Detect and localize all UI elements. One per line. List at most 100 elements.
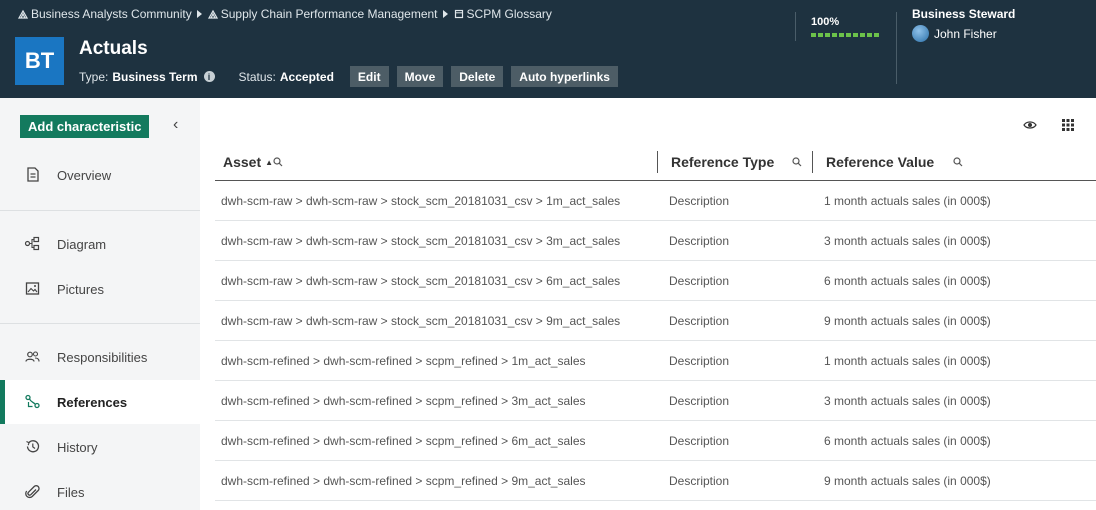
column-divider[interactable] — [657, 151, 658, 173]
column-header-reference-type[interactable]: Reference Type — [671, 143, 774, 181]
sidebar-item-files[interactable]: Files — [0, 470, 200, 510]
page-title: Actuals — [79, 38, 148, 59]
history-icon — [26, 440, 40, 453]
completeness-progress[interactable]: 100% — [811, 16, 880, 37]
edit-button[interactable]: Edit — [349, 66, 389, 87]
cell-asset[interactable]: dwh-scm-refined > dwh-scm-refined > scpm… — [221, 381, 586, 421]
sidebar-item-responsibilities[interactable]: Responsibilities — [0, 335, 200, 379]
breadcrumb-glossary[interactable]: SCPM Glossary — [454, 7, 552, 21]
cell-reference-type: Description — [669, 234, 730, 248]
sidebar-item-references[interactable]: References — [0, 380, 200, 424]
header-divider — [795, 12, 796, 41]
breadcrumb-separator — [442, 10, 448, 18]
steward-name: John Fisher — [934, 26, 997, 41]
sidebar: Add characteristic ‹ Overview Diagram Pi… — [0, 98, 200, 510]
sidebar-item-label: History — [57, 439, 98, 455]
column-divider[interactable] — [812, 151, 813, 173]
info-icon[interactable]: i — [203, 71, 215, 82]
cell-reference-type: Description — [669, 434, 730, 448]
delete-button[interactable]: Delete — [451, 66, 504, 87]
cell-reference-type: Description — [669, 314, 730, 328]
asset-header: Business Analysts Community Supply Chain… — [0, 0, 1096, 98]
sidebar-item-label: Files — [57, 484, 85, 500]
table-row[interactable]: dwh-scm-refined > dwh-scm-refined > scpm… — [215, 421, 1096, 461]
move-button[interactable]: Move — [396, 66, 444, 87]
sidebar-item-diagram[interactable]: Diagram — [0, 222, 200, 266]
cell-reference-value: 3 month actuals sales (in 000$) — [824, 234, 991, 248]
auto-hyperlinks-button[interactable]: Auto hyperlinks — [511, 66, 618, 87]
cell-reference-value: 1 month actuals sales (in 000$) — [824, 354, 991, 368]
avatar — [912, 25, 929, 42]
grid-icon[interactable] — [1061, 118, 1075, 132]
sidebar-item-label: Pictures — [57, 281, 104, 297]
table-row[interactable]: dwh-scm-raw > dwh-scm-raw > stock_scm_20… — [215, 301, 1096, 341]
progress-value: 100% — [811, 16, 840, 28]
cell-reference-type: Description — [669, 354, 730, 368]
eye-icon[interactable] — [1023, 118, 1037, 132]
column-header-reference-value[interactable]: Reference Value — [826, 143, 934, 181]
cell-reference-type: Description — [669, 194, 730, 208]
breadcrumb-community[interactable]: Business Analysts Community — [18, 7, 192, 21]
sidebar-item-label: Responsibilities — [57, 349, 148, 365]
progress-bar — [811, 33, 880, 37]
asset-type-badge: BT — [15, 37, 64, 85]
steward-user[interactable]: John Fisher — [912, 25, 1015, 42]
sidebar-item-history[interactable]: History — [0, 425, 200, 469]
table-row[interactable]: dwh-scm-refined > dwh-scm-refined > scpm… — [215, 381, 1096, 421]
type-value: Business Term — [112, 69, 198, 84]
sidebar-divider — [0, 323, 200, 324]
breadcrumb-separator — [196, 10, 202, 18]
cell-reference-value: 6 month actuals sales (in 000$) — [824, 434, 991, 448]
sort-asc-icon[interactable]: ▲ — [265, 158, 273, 167]
sidebar-item-label: Diagram — [57, 236, 107, 252]
cell-asset[interactable]: dwh-scm-refined > dwh-scm-refined > scpm… — [221, 461, 586, 501]
glossary-icon — [454, 9, 463, 19]
cell-asset[interactable]: dwh-scm-raw > dwh-scm-raw > stock_scm_20… — [221, 221, 620, 261]
diagram-icon — [24, 236, 40, 251]
table-row[interactable]: dwh-scm-raw > dwh-scm-raw > stock_scm_20… — [215, 261, 1096, 301]
cell-asset[interactable]: dwh-scm-raw > dwh-scm-raw > stock_scm_20… — [221, 301, 620, 341]
sidebar-item-overview[interactable]: Overview — [0, 153, 200, 197]
breadcrumb-domain[interactable]: Supply Chain Performance Management — [207, 7, 438, 21]
table-row[interactable]: dwh-scm-refined > dwh-scm-refined > scpm… — [215, 461, 1096, 501]
document-icon — [27, 167, 39, 182]
cell-reference-value: 6 month actuals sales (in 000$) — [824, 274, 991, 288]
search-icon[interactable] — [953, 157, 963, 167]
search-icon[interactable] — [792, 157, 802, 167]
collapse-sidebar-icon[interactable]: ‹ — [173, 116, 178, 134]
cell-asset[interactable]: dwh-scm-refined > dwh-scm-refined > scpm… — [221, 421, 586, 461]
add-characteristic-button[interactable]: Add characteristic — [20, 115, 150, 138]
sidebar-item-label: Overview — [57, 167, 112, 183]
cell-reference-value: 1 month actuals sales (in 000$) — [824, 194, 991, 208]
sidebar-item-pictures[interactable]: Pictures — [0, 267, 200, 311]
breadcrumb: Business Analysts Community Supply Chain… — [18, 7, 552, 21]
type-label: Type: — [79, 69, 109, 84]
cell-reference-type: Description — [669, 274, 730, 288]
paperclip-icon — [25, 485, 40, 499]
picture-icon — [25, 282, 40, 295]
business-steward: Business Steward John Fisher — [912, 7, 1015, 42]
table-row[interactable]: dwh-scm-raw > dwh-scm-raw > stock_scm_20… — [215, 181, 1096, 221]
cell-reference-value: 9 month actuals sales (in 000$) — [824, 474, 991, 488]
community-icon — [207, 9, 218, 19]
cell-reference-type: Description — [669, 394, 730, 408]
asset-meta: Type: Business Term i Status: Accepted E… — [79, 66, 618, 87]
table-row[interactable]: dwh-scm-raw > dwh-scm-raw > stock_scm_20… — [215, 221, 1096, 261]
people-icon — [25, 351, 40, 362]
sidebar-item-label: References — [57, 394, 128, 410]
cell-asset[interactable]: dwh-scm-refined > dwh-scm-refined > scpm… — [221, 341, 586, 381]
cell-reference-value: 3 month actuals sales (in 000$) — [824, 394, 991, 408]
sidebar-divider — [0, 210, 200, 211]
search-icon[interactable] — [273, 157, 283, 167]
cell-asset[interactable]: dwh-scm-raw > dwh-scm-raw > stock_scm_20… — [221, 261, 620, 301]
table-row[interactable]: dwh-scm-refined > dwh-scm-refined > scpm… — [215, 341, 1096, 381]
status-label: Status: — [238, 69, 276, 84]
header-divider — [896, 12, 897, 84]
column-header-asset[interactable]: Asset ▲ — [223, 143, 283, 181]
cell-asset[interactable]: dwh-scm-raw > dwh-scm-raw > stock_scm_20… — [221, 181, 620, 221]
status-value[interactable]: Accepted — [280, 70, 334, 84]
table-header: Asset ▲ Reference Type Reference Value — [215, 143, 1096, 181]
cell-reference-type: Description — [669, 474, 730, 488]
references-icon — [25, 394, 40, 409]
status-group: Status: Accepted — [239, 70, 334, 84]
